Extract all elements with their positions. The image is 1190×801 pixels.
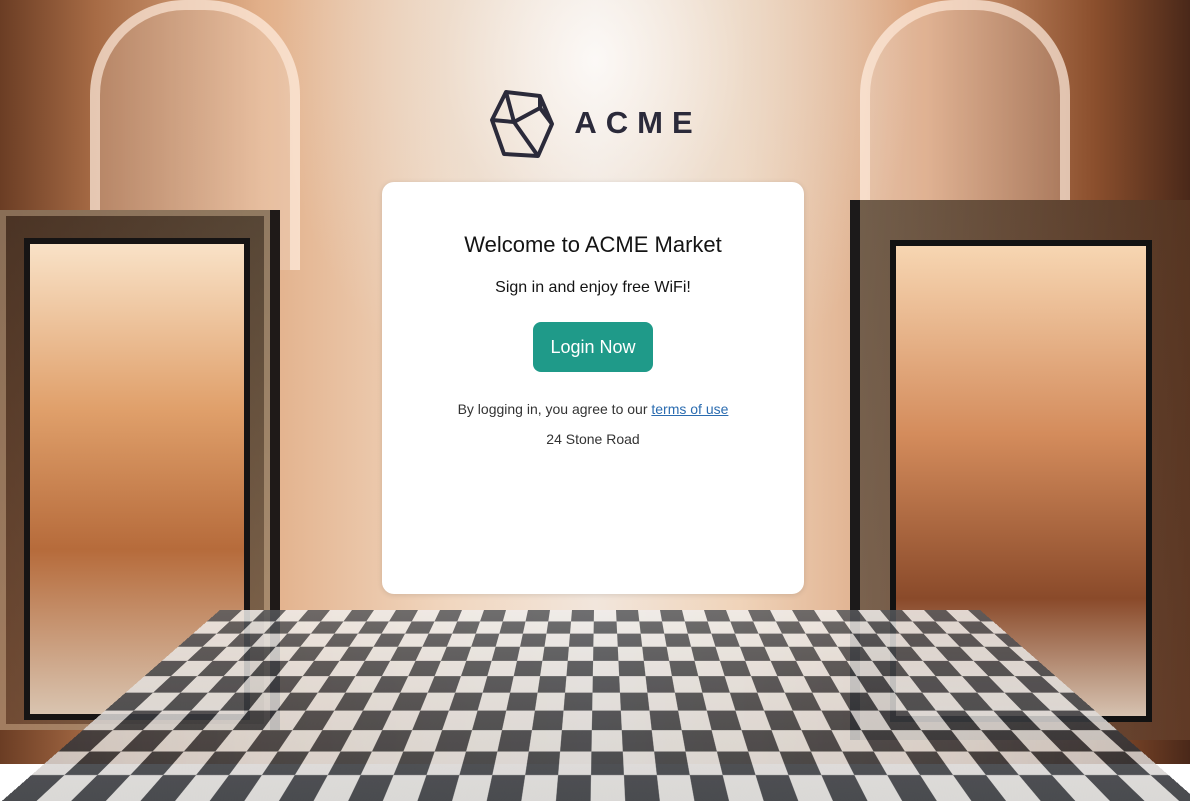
cube-icon: [488, 86, 556, 162]
login-button[interactable]: Login Now: [533, 322, 653, 372]
brand-logo: ACME: [0, 86, 1190, 162]
terms-of-use-link[interactable]: terms of use: [651, 401, 728, 417]
welcome-title: Welcome to ACME Market: [382, 232, 804, 258]
venue-address: 24 Stone Road: [382, 431, 804, 447]
welcome-subtitle: Sign in and enjoy free WiFi!: [382, 279, 804, 297]
terms-notice: By logging in, you agree to our terms of…: [382, 401, 804, 417]
brand-name: ACME: [574, 105, 701, 141]
login-card: Welcome to ACME Market Sign in and enjoy…: [382, 182, 804, 594]
terms-prefix: By logging in, you agree to our: [458, 401, 648, 417]
